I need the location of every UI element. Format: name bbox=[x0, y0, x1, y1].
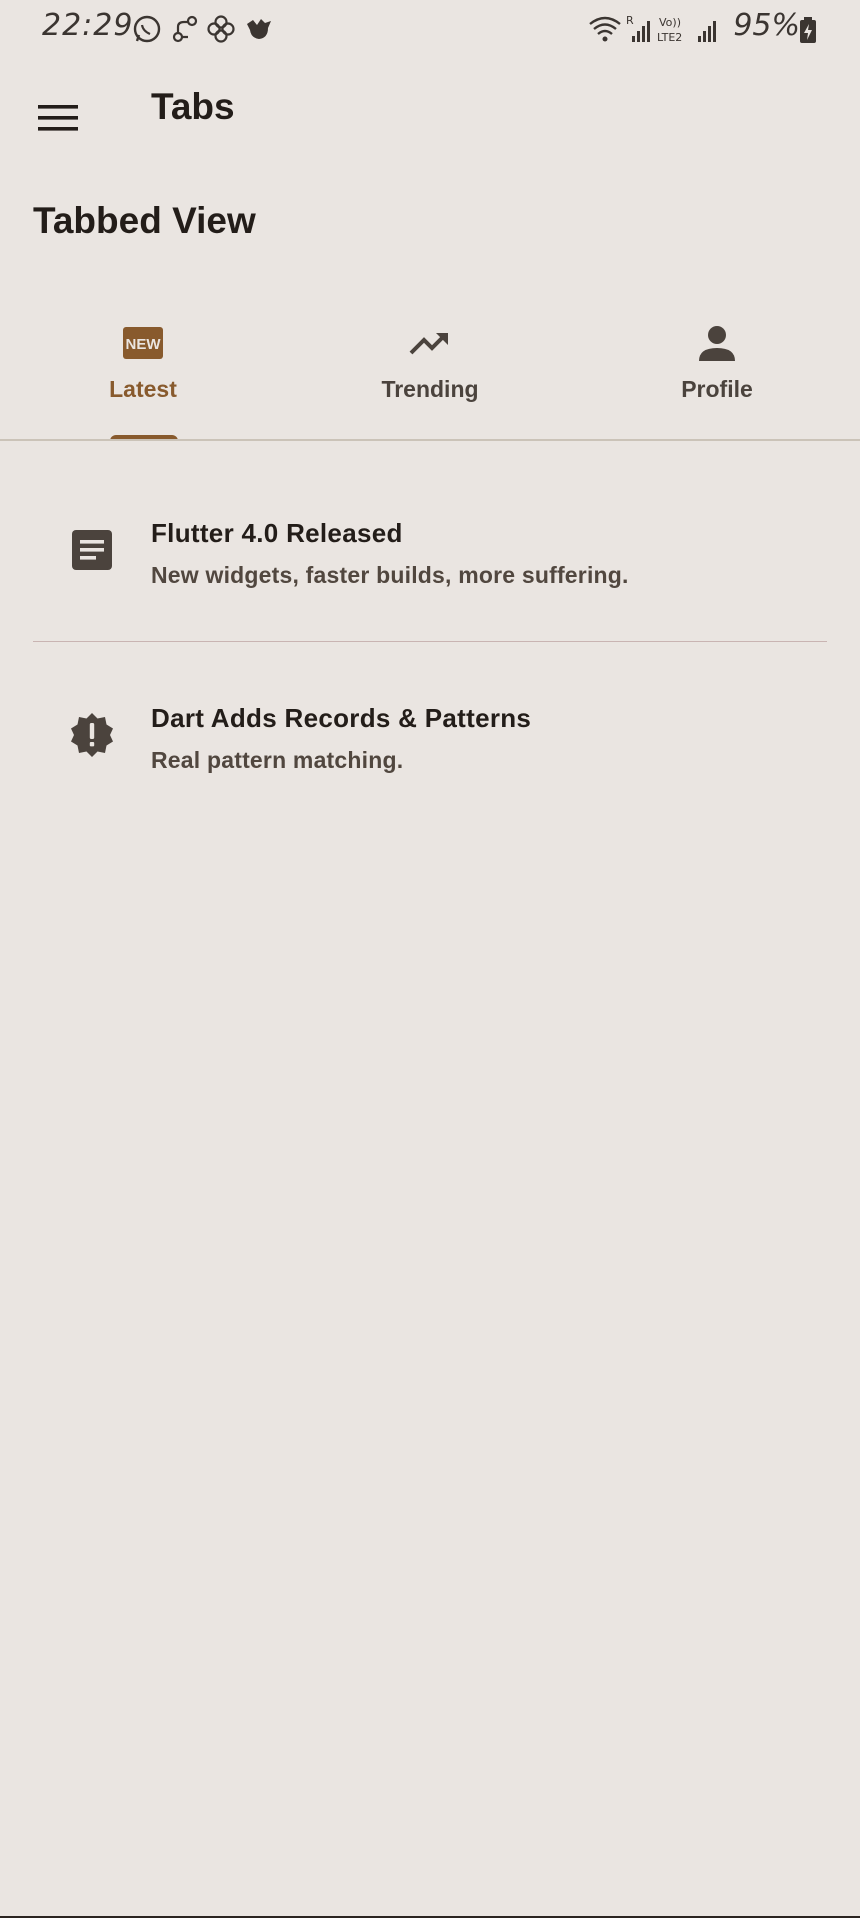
list-item[interactable]: Dart Adds Records & Patterns Real patter… bbox=[33, 665, 827, 805]
tab-label: Trending bbox=[381, 376, 479, 402]
link-icon bbox=[172, 15, 198, 43]
list-item-title: Flutter 4.0 Released bbox=[151, 518, 403, 548]
status-time: 22:29 bbox=[42, 8, 134, 43]
signal-r-icon: R bbox=[626, 14, 650, 42]
wifi-icon bbox=[589, 16, 621, 42]
tab-divider bbox=[0, 439, 860, 441]
signal-icon bbox=[698, 21, 716, 42]
page-title: Tabbed View bbox=[33, 200, 256, 241]
menu-icon bbox=[38, 105, 78, 131]
svg-text:R: R bbox=[626, 14, 634, 27]
list-item[interactable]: Flutter 4.0 Released New widgets, faster… bbox=[33, 480, 827, 620]
app-bar: Tabs bbox=[0, 58, 860, 164]
tab-profile[interactable]: Profile bbox=[574, 300, 860, 440]
svg-text:NEW: NEW bbox=[126, 336, 162, 353]
tab-bar: NEW Latest Trending Profile bbox=[0, 300, 860, 441]
tab-trending[interactable]: Trending bbox=[287, 300, 573, 440]
list-divider bbox=[33, 641, 827, 642]
list-item-title: Dart Adds Records & Patterns bbox=[151, 703, 532, 733]
svg-text:LTE2: LTE2 bbox=[657, 31, 682, 44]
person-icon bbox=[699, 326, 735, 361]
tab-label: Profile bbox=[681, 376, 753, 402]
article-icon bbox=[72, 530, 112, 570]
list-item-subtitle: New widgets, faster builds, more sufferi… bbox=[151, 562, 629, 588]
new-releases-icon bbox=[71, 713, 113, 757]
new-badge-icon: NEW bbox=[123, 327, 163, 359]
list-item-subtitle: Real pattern matching. bbox=[151, 747, 404, 773]
app-title: Tabs bbox=[151, 86, 235, 127]
svg-text:Vo)): Vo)) bbox=[659, 16, 681, 29]
battery-percentage: 95% bbox=[733, 8, 800, 43]
whatsapp-icon bbox=[133, 15, 161, 43]
menu-button[interactable] bbox=[22, 82, 94, 154]
volte-lte2-icon: Vo)) LTE2 bbox=[657, 16, 682, 44]
status-bar: 22:29 R Vo)) LTE2 95% bbox=[0, 0, 860, 58]
trending-up-icon bbox=[409, 333, 448, 355]
tab-latest[interactable]: NEW Latest bbox=[0, 300, 286, 440]
bird-icon bbox=[247, 19, 271, 39]
battery-charging-icon bbox=[800, 17, 816, 43]
tab-label: Latest bbox=[109, 376, 177, 402]
flower-icon bbox=[207, 15, 235, 43]
